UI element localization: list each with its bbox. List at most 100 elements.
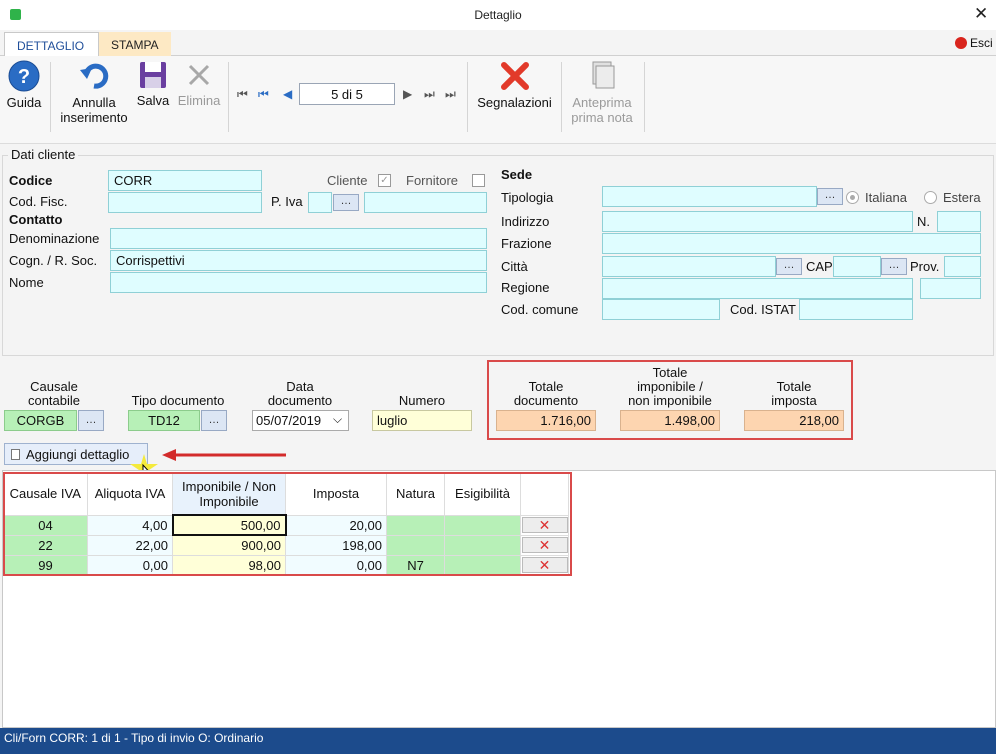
record-position-input[interactable]: 5 di 5 bbox=[299, 83, 395, 105]
guida-button[interactable]: ? Guida bbox=[5, 60, 43, 110]
annulla-inserimento-button[interactable]: Annulla inserimento bbox=[56, 60, 132, 125]
tipo-documento-lookup-button[interactable]: … bbox=[201, 410, 227, 431]
numero-label: Numero bbox=[398, 393, 446, 408]
estera-label: Estera bbox=[943, 190, 981, 205]
codice-field[interactable]: CORR bbox=[108, 170, 262, 191]
cod-fisc-label: Cod. Fisc. bbox=[9, 194, 68, 209]
undo-icon bbox=[80, 63, 109, 89]
next-record-icon[interactable]: ▶ bbox=[403, 87, 412, 101]
first-page-icon[interactable]: ⏮ bbox=[258, 87, 269, 102]
causale-lookup-button[interactable]: … bbox=[78, 410, 104, 431]
guida-label: Guida bbox=[6, 95, 42, 110]
piva-label: P. Iva bbox=[271, 194, 303, 209]
causale-contabile-label: Causale contabile bbox=[4, 380, 104, 408]
totale-imposta-label: Totale imposta bbox=[744, 380, 844, 408]
numero-civico-label: N. bbox=[917, 214, 930, 229]
error-x-icon bbox=[500, 62, 529, 90]
last-page-icon[interactable]: ⏭ bbox=[424, 87, 435, 102]
aggiungi-dettaglio-button[interactable]: Aggiungi dettaglio bbox=[4, 443, 148, 465]
cod-istat-field[interactable] bbox=[799, 299, 913, 320]
toolbar-divider bbox=[561, 62, 562, 132]
esci-button[interactable]: Esci bbox=[955, 36, 993, 50]
sede-title: Sede bbox=[501, 167, 533, 182]
last-record-icon[interactable]: ⏭ bbox=[445, 87, 456, 102]
tipologia-lookup-button[interactable]: … bbox=[817, 188, 843, 205]
piva-country-field[interactable] bbox=[308, 192, 332, 213]
regione-code-field[interactable] bbox=[920, 278, 981, 299]
first-record-icon[interactable]: ⏮ bbox=[237, 87, 248, 102]
frazione-field[interactable] bbox=[602, 233, 981, 254]
cap-field[interactable] bbox=[833, 256, 881, 277]
elimina-button[interactable]: Elimina bbox=[176, 60, 222, 108]
citta-label: Città bbox=[501, 259, 528, 274]
toolbar-divider bbox=[228, 62, 229, 132]
aggiungi-dettaglio-label: Aggiungi dettaglio bbox=[26, 447, 130, 462]
window-title: Dettaglio bbox=[474, 8, 522, 22]
segnalazioni-label: Segnalazioni bbox=[477, 95, 552, 110]
red-arrow-annotation bbox=[162, 449, 286, 461]
piva-lookup-button[interactable]: … bbox=[333, 194, 359, 211]
indirizzo-field[interactable] bbox=[602, 211, 913, 232]
tab-stampa[interactable]: STAMPA bbox=[99, 32, 171, 57]
regione-label: Regione bbox=[501, 280, 550, 295]
status-bar: Cli/Forn CORR: 1 di 1 - Tipo di invio O:… bbox=[0, 728, 996, 754]
anteprima-prima-nota-button[interactable]: Anteprima prima nota bbox=[567, 60, 637, 125]
tab-dettaglio[interactable]: DETTAGLIO bbox=[4, 32, 99, 57]
numero-civico-field[interactable] bbox=[937, 211, 981, 232]
causale-contabile-field[interactable]: CORGB bbox=[4, 410, 77, 431]
salva-button[interactable]: Salva bbox=[135, 60, 171, 108]
anteprima-label: Anteprima bbox=[572, 95, 632, 110]
annulla-label: Annulla bbox=[72, 95, 116, 110]
indirizzo-label: Indirizzo bbox=[501, 214, 550, 229]
chevron-down-icon: ⌵ bbox=[333, 412, 343, 426]
cod-fisc-field[interactable] bbox=[108, 192, 262, 213]
tot-iva-label-line2: imposta bbox=[771, 393, 817, 408]
totale-imponibile-field: 1.498,00 bbox=[620, 410, 720, 431]
esci-label: Esci bbox=[970, 36, 993, 50]
prev-record-icon[interactable]: ◀ bbox=[283, 87, 292, 101]
tot-iva-label-line1: Totale bbox=[776, 379, 812, 394]
cognome-field[interactable]: Corrispettivi bbox=[110, 250, 487, 271]
delete-icon bbox=[188, 64, 210, 86]
tot-imp-label-line1: Totale bbox=[652, 365, 688, 380]
piva-field[interactable] bbox=[364, 192, 487, 213]
citta-lookup-button[interactable]: … bbox=[776, 258, 802, 275]
fornitore-checkbox[interactable] bbox=[472, 174, 485, 187]
tipologia-field[interactable] bbox=[602, 186, 817, 207]
frazione-label: Frazione bbox=[501, 236, 552, 251]
numero-field[interactable]: luglio bbox=[372, 410, 472, 431]
prov-field[interactable] bbox=[944, 256, 981, 277]
italiana-radio[interactable] bbox=[846, 191, 859, 204]
cap-label: CAP bbox=[806, 259, 833, 274]
close-icon[interactable]: ✕ bbox=[974, 4, 988, 24]
cod-comune-field[interactable] bbox=[602, 299, 720, 320]
denominazione-label: Denominazione bbox=[9, 231, 100, 246]
annulla-label-2: inserimento bbox=[60, 110, 128, 125]
cliente-label: Cliente bbox=[327, 173, 368, 188]
anteprima-label-2: prima nota bbox=[571, 110, 633, 125]
cap-lookup-button[interactable]: … bbox=[881, 258, 907, 275]
causale-label-line2: contabile bbox=[27, 393, 81, 408]
denominazione-field[interactable] bbox=[110, 228, 487, 249]
cognome-label: Cogn. / R. Soc. bbox=[9, 253, 98, 268]
tot-doc-label-line2: documento bbox=[513, 393, 579, 408]
totale-documento-field: 1.716,00 bbox=[496, 410, 596, 431]
tot-doc-label-line1: Totale bbox=[528, 379, 564, 394]
regione-field[interactable] bbox=[602, 278, 913, 299]
dati-cliente-legend: Dati cliente bbox=[8, 147, 79, 162]
totale-imposta-field: 218,00 bbox=[744, 410, 844, 431]
tab-bar: DETTAGLIO STAMPA bbox=[0, 30, 996, 57]
nome-label: Nome bbox=[9, 275, 44, 290]
nome-field[interactable] bbox=[110, 272, 487, 293]
tipo-documento-field[interactable]: TD12 bbox=[128, 410, 200, 431]
codice-label: Codice bbox=[9, 173, 53, 188]
segnalazioni-button[interactable]: Segnalazioni bbox=[473, 60, 556, 110]
totale-documento-label: Totale documento bbox=[496, 380, 596, 408]
data-documento-picker[interactable]: 05/07/2019 ⌵ bbox=[252, 410, 349, 431]
citta-field[interactable] bbox=[602, 256, 776, 277]
toolbar-divider bbox=[467, 62, 468, 132]
estera-radio[interactable] bbox=[924, 191, 937, 204]
totale-imponibile-label: Totale imponibile / non imponibile bbox=[615, 366, 725, 408]
cliente-checkbox[interactable]: ✓ bbox=[378, 174, 391, 187]
toolbar-divider bbox=[644, 62, 645, 132]
